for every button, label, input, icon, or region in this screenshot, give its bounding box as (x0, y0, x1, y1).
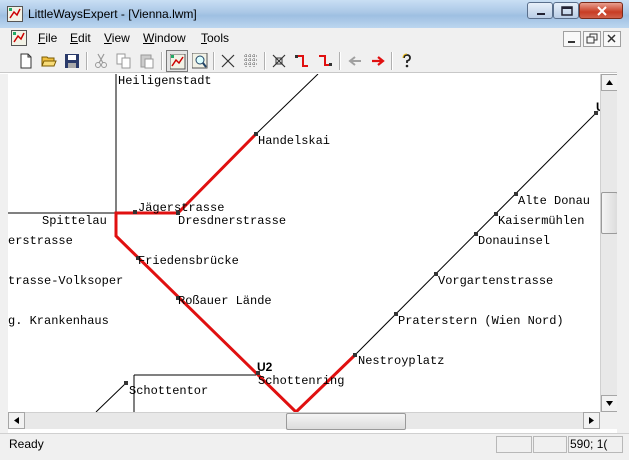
left-arrow-icon (14, 417, 19, 424)
back-button[interactable] (344, 50, 366, 72)
close-button[interactable] (579, 2, 623, 19)
station-marker (353, 353, 357, 357)
station-marker (133, 210, 137, 214)
select-route-button[interactable] (166, 50, 188, 72)
status-coordinates: 590; 1( (570, 437, 608, 451)
right-frame (617, 48, 629, 433)
title-bar[interactable]: LittleWaysExpert - [Vienna.lwm] (0, 0, 629, 28)
cut-button[interactable] (90, 50, 112, 72)
mdi-restore-button[interactable] (583, 31, 601, 47)
mdi-close-button[interactable] (603, 31, 621, 47)
scroll-up-button[interactable] (601, 74, 618, 91)
forward-arrow-icon (372, 56, 385, 66)
menu-tools[interactable]: Tools (201, 31, 229, 45)
vertical-scroll-thumb[interactable] (601, 192, 618, 234)
station-donauinsel[interactable]: Donauinsel (478, 234, 550, 248)
scroll-right-button[interactable] (583, 412, 600, 429)
route-alt-icon (319, 55, 332, 66)
scroll-down-button[interactable] (601, 395, 618, 412)
route-icon (295, 55, 308, 67)
vertical-scrollbar[interactable] (600, 74, 618, 412)
line-label-u2: U2 (257, 360, 273, 374)
open-button[interactable] (38, 50, 60, 72)
save-icon (65, 54, 79, 68)
status-pane (533, 436, 567, 453)
route-button[interactable] (291, 50, 313, 72)
minimize-button[interactable] (527, 2, 553, 19)
station-marker (124, 381, 128, 385)
copy-button[interactable] (113, 50, 135, 72)
left-frame (0, 74, 8, 433)
horizontal-scrollbar[interactable] (8, 412, 600, 430)
delete-node-button[interactable] (268, 50, 290, 72)
menu-bar (0, 28, 629, 48)
scrollbar-corner (600, 412, 617, 429)
station-volksoper[interactable]: trasse-Volksoper (8, 274, 123, 288)
new-icon (20, 53, 32, 69)
grid-icon (244, 54, 258, 68)
right-arrow-icon (589, 417, 594, 424)
back-arrow-icon (348, 56, 361, 66)
zoom-route-button[interactable] (189, 50, 211, 72)
station-rossauer[interactable]: Roßauer Lände (178, 294, 272, 308)
document-icon[interactable] (11, 30, 27, 46)
help-button[interactable] (396, 50, 418, 72)
help-icon (402, 53, 411, 68)
scroll-left-button[interactable] (8, 412, 25, 429)
paste-button[interactable] (136, 50, 158, 72)
menu-window[interactable]: Window (143, 31, 186, 45)
station-krankenhaus[interactable]: g. Krankenhaus (8, 314, 109, 328)
highlighted-route (114, 132, 357, 412)
station-nestroyplatz[interactable]: Nestroyplatz (358, 354, 444, 368)
menu-view[interactable]: View (104, 31, 130, 45)
zoom-route-icon (192, 53, 208, 69)
station-erstrasse[interactable]: erstrasse (8, 234, 73, 248)
line-segment (95, 382, 127, 412)
delete-line-icon (221, 54, 235, 68)
station-schottenring[interactable]: Schottenring (258, 374, 344, 388)
grid-button[interactable] (240, 50, 262, 72)
station-jaegerstrasse[interactable]: Jägerstrasse (138, 201, 224, 215)
status-text: Ready (9, 437, 44, 451)
up-arrow-icon (606, 80, 613, 85)
open-icon (41, 56, 57, 67)
save-button[interactable] (61, 50, 83, 72)
horizontal-scroll-thumb[interactable] (286, 413, 406, 430)
menu-file[interactable]: File (38, 31, 57, 45)
station-heiligenstadt[interactable]: Heiligenstadt (118, 74, 212, 88)
mdi-minimize-button[interactable] (563, 31, 581, 47)
delete-node-icon (272, 54, 286, 68)
copy-icon (116, 53, 131, 69)
station-spittelau[interactable]: Spittelau (42, 214, 107, 228)
forward-button[interactable] (367, 50, 389, 72)
station-handelskai[interactable]: Handelskai (258, 134, 330, 148)
station-kaisermuehlen[interactable]: Kaisermühlen (498, 214, 584, 228)
maximize-button[interactable] (553, 2, 579, 19)
paste-icon (140, 54, 154, 69)
station-alte-donau[interactable]: Alte Donau (518, 194, 590, 208)
station-dresdnerstrasse[interactable]: Dresdnerstrasse (178, 214, 286, 228)
station-schottentor[interactable]: Schottentor (129, 384, 208, 398)
app-icon[interactable] (7, 6, 23, 22)
route-alt-button[interactable] (314, 50, 336, 72)
station-vorgartenstrasse[interactable]: Vorgartenstrasse (438, 274, 553, 288)
window-title: LittleWaysExpert - [Vienna.lwm] (28, 7, 197, 21)
cut-icon (95, 53, 107, 68)
new-button[interactable] (15, 50, 37, 72)
menu-edit[interactable]: Edit (70, 31, 91, 45)
map-canvas[interactable]: Heiligenstadt Handelskai Jägerstrasse Sp… (8, 74, 600, 412)
status-pane (496, 436, 532, 453)
delete-line-button[interactable] (217, 50, 239, 72)
line-segment (255, 74, 319, 135)
station-praterstern[interactable]: Praterstern (Wien Nord) (398, 314, 564, 328)
down-arrow-icon (606, 401, 613, 406)
select-route-icon (170, 54, 186, 70)
station-friedensbruecke[interactable]: Friedensbrücke (138, 254, 239, 268)
